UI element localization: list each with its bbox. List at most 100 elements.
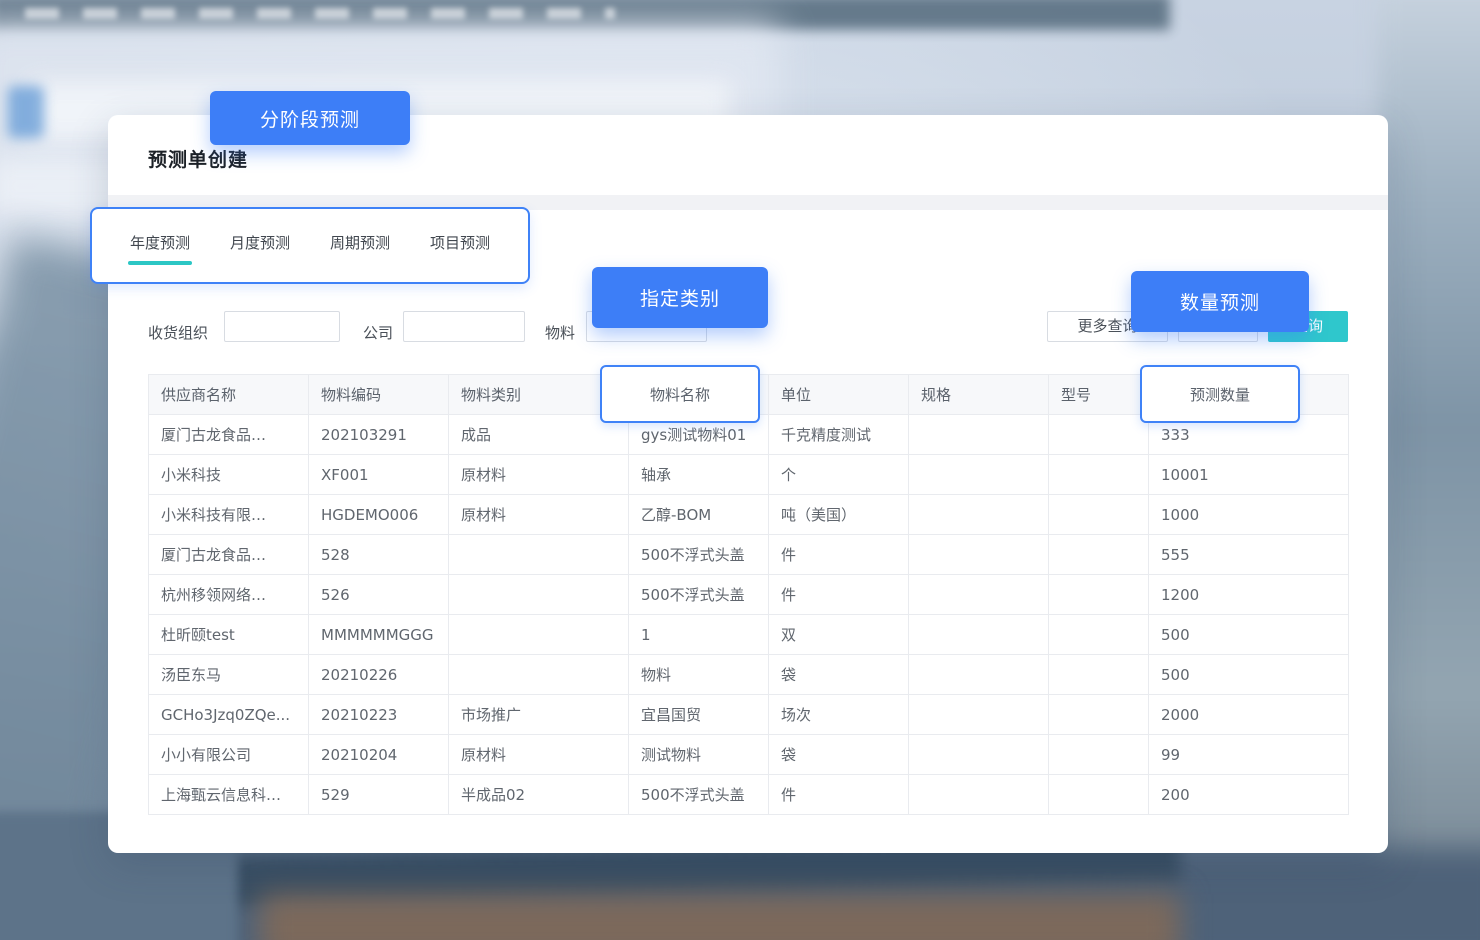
table-cell: 轴承 (629, 455, 769, 495)
table-cell: 袋 (769, 655, 909, 695)
table-cell: 500 (1149, 615, 1349, 655)
table-cell: 小小有限公司 (149, 735, 309, 775)
table-cell: 件 (769, 535, 909, 575)
table-cell (1049, 655, 1149, 695)
table-cell: 原材料 (449, 455, 629, 495)
table-cell: XF001 (309, 455, 449, 495)
table-cell: 1200 (1149, 575, 1349, 615)
table-cell (1049, 495, 1149, 535)
table-cell: 半成品02 (449, 775, 629, 815)
table-cell: HGDEMO006 (309, 495, 449, 535)
bg-person-blur (1378, 0, 1480, 940)
table-cell: 99 (1149, 735, 1349, 775)
table-cell (909, 775, 1049, 815)
tab-2[interactable]: 周期预测 (328, 226, 392, 265)
table-row[interactable]: 小小有限公司20210204原材料测试物料袋 99 (149, 735, 1349, 775)
table-cell (1049, 775, 1149, 815)
highlight-material-name-header: 物料名称 (600, 365, 760, 423)
table-cell: 个 (769, 455, 909, 495)
table-cell: 526 (309, 575, 449, 615)
table-cell (909, 535, 1049, 575)
table-cell: 宜昌国贸 (629, 695, 769, 735)
table-cell (909, 415, 1049, 455)
table-cell (449, 535, 629, 575)
table-cell: 529 (309, 775, 449, 815)
table-cell: 小米科技 (149, 455, 309, 495)
column-header-0: 供应商名称 (149, 375, 309, 415)
table-cell: 500不浮式头盖 (629, 575, 769, 615)
table-cell: 1 (629, 615, 769, 655)
table-row[interactable]: 汤臣东马20210226物料袋500 (149, 655, 1349, 695)
tab-label: 月度预测 (230, 234, 290, 252)
specify-category-badge: 指定类别 (592, 267, 768, 328)
table-cell: 500 (1149, 655, 1349, 695)
bg-menubar-text-blur (25, 8, 615, 19)
bg-desk-wood (260, 894, 1180, 940)
table-cell: 20210204 (309, 735, 449, 775)
tab-0[interactable]: 年度预测 (128, 226, 192, 265)
receiving-org-input[interactable] (224, 311, 340, 342)
tab-1[interactable]: 月度预测 (228, 226, 292, 265)
table-cell: 双 (769, 615, 909, 655)
column-header-4: 单位 (769, 375, 909, 415)
table-cell: 200 (1149, 775, 1349, 815)
table-cell: 千克精度测试 (769, 415, 909, 455)
table-cell: 测试物料 (629, 735, 769, 775)
quantity-forecast-badge: 数量预测 (1131, 271, 1309, 332)
table-cell: 场次 (769, 695, 909, 735)
tab-label: 项目预测 (430, 234, 490, 252)
table-cell: 10001 (1149, 455, 1349, 495)
table-cell: 原材料 (449, 735, 629, 775)
table-row[interactable]: 杭州移领网络…526500不浮式头盖件1200 (149, 575, 1349, 615)
forecast-tabs: 年度预测 月度预测 周期预测 项目预测 (90, 207, 530, 284)
column-header-6: 型号 (1049, 375, 1149, 415)
table-cell (909, 735, 1049, 775)
table-cell (1049, 735, 1149, 775)
table-cell: 物料 (629, 655, 769, 695)
table-cell (1049, 455, 1149, 495)
company-input[interactable] (403, 311, 525, 342)
table-cell (909, 575, 1049, 615)
table-row[interactable]: 上海甄云信息科…529半成品02500不浮式头盖件200 (149, 775, 1349, 815)
table-cell: 吨（美国） (769, 495, 909, 535)
table-cell: 市场推广 (449, 695, 629, 735)
table-cell: 555 (1149, 535, 1349, 575)
table-cell: GCHo3Jzq0ZQe... (149, 695, 309, 735)
forecast-table: 供应商名称物料编码物料类别单位规格型号 厦门古龙食品…202103291成品gy… (148, 374, 1349, 815)
table-cell (909, 495, 1049, 535)
table-cell (909, 615, 1049, 655)
table-cell: 500不浮式头盖 (629, 775, 769, 815)
table-row[interactable]: 杜昕颐testMMMMMMGGG 1双 500 (149, 615, 1349, 655)
table-row[interactable]: 小米科技XF001原材料轴承个 10001 (149, 455, 1349, 495)
table-cell (1049, 575, 1149, 615)
table-cell (1049, 535, 1149, 575)
table-row[interactable]: GCHo3Jzq0ZQe...20210223市场推广宜昌国贸场次 2000 (149, 695, 1349, 735)
receiving-org-label: 收货组织 (148, 318, 208, 349)
table-cell: 杜昕颐test (149, 615, 309, 655)
table-cell (449, 655, 629, 695)
table-cell: 袋 (769, 735, 909, 775)
table-cell: MMMMMMGGG (309, 615, 449, 655)
table-cell: 1000 (1149, 495, 1349, 535)
forecast-table-wrap: 供应商名称物料编码物料类别单位规格型号 厦门古龙食品…202103291成品gy… (148, 374, 1348, 815)
table-cell (1049, 615, 1149, 655)
tab-label: 年度预测 (130, 234, 190, 252)
table-cell (909, 455, 1049, 495)
table-cell: 528 (309, 535, 449, 575)
table-cell: 汤臣东马 (149, 655, 309, 695)
table-cell (909, 695, 1049, 735)
table-row[interactable]: 小米科技有限…HGDEMO006原材料乙醇-BOM吨（美国）1000 (149, 495, 1349, 535)
table-cell: 件 (769, 575, 909, 615)
table-cell: 件 (769, 775, 909, 815)
table-cell (449, 615, 629, 655)
highlight-forecast-qty-header: 预测数量 (1140, 365, 1300, 423)
table-row[interactable]: 厦门古龙食品…528500不浮式头盖件555 (149, 535, 1349, 575)
table-cell: 20210223 (309, 695, 449, 735)
table-cell: 2000 (1149, 695, 1349, 735)
column-header-5: 规格 (909, 375, 1049, 415)
column-header-1: 物料编码 (309, 375, 449, 415)
table-cell (1049, 695, 1149, 735)
tab-label: 周期预测 (330, 234, 390, 252)
tab-3[interactable]: 项目预测 (428, 226, 492, 265)
table-cell (1049, 415, 1149, 455)
